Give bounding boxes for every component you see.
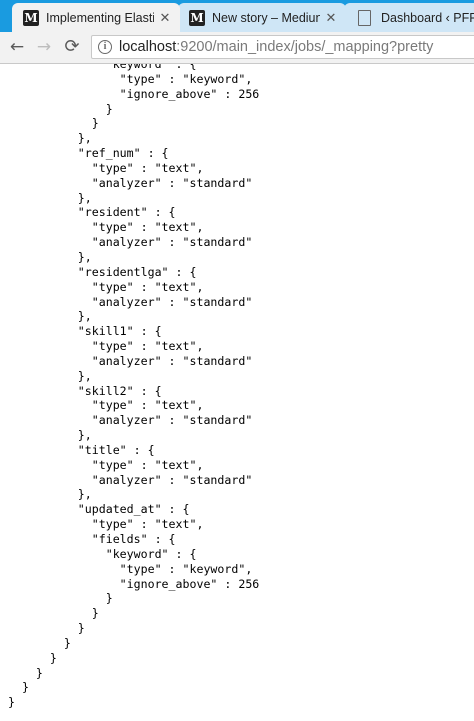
json-line: }, xyxy=(8,368,92,383)
json-line: "fields" : { xyxy=(8,532,176,546)
json-line: }, xyxy=(8,428,92,443)
json-line: "type" : "text", xyxy=(8,398,204,413)
json-line: } xyxy=(8,591,113,606)
json-line: "type" : "text", xyxy=(8,517,204,532)
page-content: "keyword" : { "type" : "keyword", "ignor… xyxy=(0,64,474,721)
json-line: "analyzer" : "standard" xyxy=(8,175,253,190)
url-path: :9200/main_index/jobs/_mapping?pretty xyxy=(176,39,434,55)
json-line: }, xyxy=(8,487,92,502)
forward-arrow-icon[interactable]: → xyxy=(33,36,55,58)
json-line: } xyxy=(8,635,71,650)
json-line: "skill1" : { xyxy=(8,324,162,339)
json-line: "type" : "text", xyxy=(8,339,204,354)
json-line: "keyword" : { xyxy=(8,64,197,71)
tab-dashboard-pfpei[interactable]: Dashboard ‹ PFPEI xyxy=(344,3,474,32)
close-icon[interactable]: ✕ xyxy=(324,10,338,26)
medium-m-icon: M xyxy=(23,9,39,26)
json-line: } xyxy=(8,116,99,131)
json-line: "residentlga" : { xyxy=(8,264,197,279)
json-line: } xyxy=(8,695,15,710)
json-line: "type" : "text", xyxy=(8,279,204,294)
json-line: "resident" : { xyxy=(8,205,176,220)
json-line: } xyxy=(8,621,85,636)
address-bar[interactable]: i localhost:9200/main_index/jobs/_mappin… xyxy=(91,35,474,59)
json-line: "ref_num" : { xyxy=(8,146,169,161)
json-line: "analyzer" : "standard" xyxy=(8,235,253,250)
json-line: "skill2" : { xyxy=(8,383,162,398)
page-icon xyxy=(358,9,371,26)
json-line: } xyxy=(8,101,113,116)
tab-title: Dashboard ‹ PFPEI xyxy=(381,10,474,25)
json-line: "ignore_above" : 256 xyxy=(8,576,260,591)
json-line: } xyxy=(8,606,99,621)
json-line: "analyzer" : "standard" xyxy=(8,294,253,309)
tab-strip: M Implementing Elasti ✕ M New story – Me… xyxy=(0,0,474,32)
json-line: "type" : "keyword", xyxy=(8,561,253,576)
json-line: "type" : "text", xyxy=(8,160,204,175)
url-host: localhost xyxy=(119,39,177,55)
json-line: } xyxy=(8,665,43,680)
json-line: "type" : "text", xyxy=(8,220,204,235)
tab-title: New story – Mediun xyxy=(212,10,320,25)
tab-new-story-medium[interactable]: M New story – Mediun ✕ xyxy=(178,3,346,32)
json-line: "analyzer" : "standard" xyxy=(8,353,253,368)
json-line: }, xyxy=(8,131,92,146)
tab-title: Implementing Elasti xyxy=(46,10,154,25)
info-icon[interactable]: i xyxy=(98,40,112,54)
browser-toolbar: ← → ⟳ i localhost:9200/main_index/jobs/_… xyxy=(0,32,474,64)
json-line: }, xyxy=(8,309,92,324)
json-line: } xyxy=(8,650,57,665)
close-icon[interactable]: ✕ xyxy=(158,10,172,26)
json-line: "type" : "text", xyxy=(8,457,204,472)
medium-m-icon: M xyxy=(189,9,205,26)
json-response: "keyword" : { "type" : "keyword", "ignor… xyxy=(8,64,259,710)
json-line: "title" : { xyxy=(8,442,155,457)
json-line: "updated_at" : { xyxy=(8,502,190,517)
reload-icon[interactable]: ⟳ xyxy=(61,36,83,58)
json-line: "analyzer" : "standard" xyxy=(8,413,253,428)
back-arrow-icon[interactable]: ← xyxy=(6,36,28,58)
url-text[interactable]: localhost:9200/main_index/jobs/_mapping?… xyxy=(119,39,433,55)
json-line: "ignore_above" : 256 xyxy=(8,86,260,101)
tab-implementing-elastic[interactable]: M Implementing Elasti ✕ xyxy=(12,3,180,32)
json-line: "analyzer" : "standard" xyxy=(8,472,253,487)
json-line: }, xyxy=(8,249,92,264)
json-line: "type" : "keyword", xyxy=(8,71,253,86)
json-line: } xyxy=(8,680,29,695)
json-line: "keyword" : { xyxy=(8,546,197,561)
json-line: }, xyxy=(8,190,92,205)
